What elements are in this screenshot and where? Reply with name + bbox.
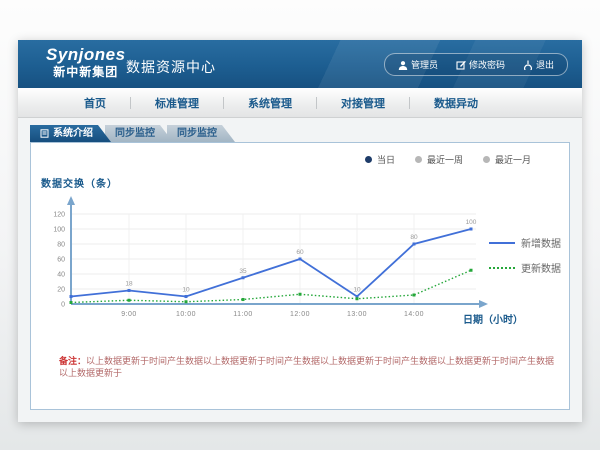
chart-canvas: 0 20 40 60 80 100 120 9:00 10:00 11:00 12:00 13:00 1… bbox=[36, 189, 506, 329]
svg-text:60: 60 bbox=[57, 257, 65, 264]
logout-label: 退出 bbox=[536, 58, 554, 71]
x-axis-title: 日期（小时） bbox=[463, 311, 523, 326]
svg-text:40: 40 bbox=[57, 272, 65, 279]
legend-label: 新增数据 bbox=[521, 235, 561, 250]
svg-text:13:00: 13:00 bbox=[347, 311, 367, 318]
admin-user-button[interactable]: 管理员 bbox=[389, 56, 447, 73]
tab-system-intro[interactable]: 系统介绍 bbox=[30, 125, 111, 142]
svg-text:0: 0 bbox=[61, 302, 65, 309]
svg-text:80: 80 bbox=[410, 234, 418, 241]
header-actions: 管理员 修改密码 退出 bbox=[384, 53, 568, 76]
tab-bar: 系统介绍 同步监控 同步监控 bbox=[30, 125, 235, 142]
legend-item-updated-data[interactable]: 更新数据 bbox=[489, 260, 561, 275]
svg-text:100: 100 bbox=[53, 227, 65, 234]
svg-text:9:00: 9:00 bbox=[121, 311, 137, 318]
solid-line-icon bbox=[489, 242, 515, 244]
footnote: 备注：以上数据更新于时间产生数据以上数据更新于时间产生数据以上数据更新于时间产生… bbox=[59, 355, 559, 379]
filter-today-label: 当日 bbox=[377, 153, 395, 166]
user-icon bbox=[398, 60, 408, 70]
radio-selected-icon bbox=[365, 156, 372, 163]
company-logo: Synjones 新中新集团 bbox=[46, 45, 126, 79]
page-title: 数据资源中心 bbox=[126, 57, 216, 77]
legend-item-new-data[interactable]: 新增数据 bbox=[489, 235, 561, 250]
footnote-text: 以上数据更新于时间产生数据以上数据更新于时间产生数据以上数据更新于时间产生数据以… bbox=[59, 356, 554, 378]
main-nav: 首页 标准管理 系统管理 对接管理 数据异动 bbox=[18, 88, 582, 118]
legend-label: 更新数据 bbox=[521, 260, 561, 275]
radio-icon bbox=[415, 156, 422, 163]
filter-last-week[interactable]: 最近一周 bbox=[415, 153, 463, 166]
radio-icon bbox=[483, 156, 490, 163]
y-axis-title: 数据交换（条） bbox=[41, 175, 118, 190]
app-window: Synjones 新中新集团 数据资源中心 管理员 修改密码 退出 首页 标准管… bbox=[18, 40, 582, 422]
document-icon bbox=[40, 129, 49, 138]
admin-user-label: 管理员 bbox=[411, 58, 438, 71]
logout-button[interactable]: 退出 bbox=[514, 56, 563, 73]
svg-text:60: 60 bbox=[296, 249, 304, 256]
filter-last-week-label: 最近一周 bbox=[427, 153, 463, 166]
change-password-label: 修改密码 bbox=[469, 58, 505, 71]
line-chart: 0 20 40 60 80 100 120 9:00 10:00 11:00 12:00 13:00 1… bbox=[36, 189, 506, 329]
nav-item-interface-mgmt[interactable]: 对接管理 bbox=[317, 95, 409, 111]
header: Synjones 新中新集团 数据资源中心 管理员 修改密码 退出 bbox=[18, 40, 582, 88]
nav-item-system-mgmt[interactable]: 系统管理 bbox=[224, 95, 316, 111]
svg-text:100: 100 bbox=[466, 219, 477, 226]
svg-text:11:00: 11:00 bbox=[233, 311, 253, 318]
edit-icon bbox=[456, 60, 466, 70]
logo-text-cn: 新中新集团 bbox=[46, 65, 126, 79]
svg-text:12:00: 12:00 bbox=[290, 311, 310, 318]
series-legend: 新增数据 更新数据 bbox=[489, 235, 561, 275]
change-password-button[interactable]: 修改密码 bbox=[447, 56, 514, 73]
filter-today[interactable]: 当日 bbox=[365, 153, 395, 166]
svg-text:35: 35 bbox=[239, 268, 247, 275]
chart-panel: 当日 最近一周 最近一月 数据交换（条） 0 20 40 60 80 100 120 9:00… bbox=[30, 142, 570, 410]
filter-last-month[interactable]: 最近一月 bbox=[483, 153, 531, 166]
tab-label: 同步监控 bbox=[115, 125, 155, 142]
logo-text-en: Synjones bbox=[46, 45, 126, 65]
dotted-line-icon bbox=[489, 267, 515, 269]
nav-item-standard-mgmt[interactable]: 标准管理 bbox=[131, 95, 223, 111]
tab-sync-monitor-1[interactable]: 同步监控 bbox=[105, 125, 173, 142]
tab-label: 同步监控 bbox=[177, 125, 217, 142]
svg-text:20: 20 bbox=[57, 287, 65, 294]
nav-item-home[interactable]: 首页 bbox=[60, 95, 130, 111]
svg-text:120: 120 bbox=[53, 212, 65, 219]
svg-text:10:00: 10:00 bbox=[176, 311, 196, 318]
svg-text:10: 10 bbox=[182, 287, 190, 294]
svg-text:80: 80 bbox=[57, 242, 65, 249]
footnote-label: 备注： bbox=[59, 356, 86, 366]
svg-text:10: 10 bbox=[353, 287, 361, 294]
content-area: 系统介绍 同步监控 同步监控 当日 最近一周 bbox=[18, 118, 582, 422]
power-icon bbox=[523, 60, 533, 70]
filter-last-month-label: 最近一月 bbox=[495, 153, 531, 166]
nav-item-data-change[interactable]: 数据异动 bbox=[410, 95, 502, 111]
tab-sync-monitor-2[interactable]: 同步监控 bbox=[167, 125, 235, 142]
tab-label: 系统介绍 bbox=[53, 125, 93, 142]
time-range-filter: 当日 最近一周 最近一月 bbox=[365, 153, 531, 166]
svg-text:18: 18 bbox=[125, 281, 133, 288]
svg-text:14:00: 14:00 bbox=[404, 311, 424, 318]
